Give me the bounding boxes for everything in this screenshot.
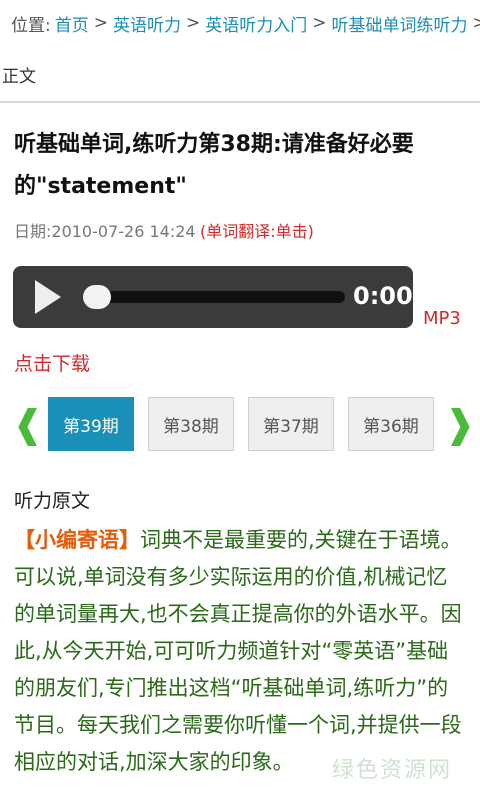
article-title: 听基础单词,练听力第38期:请准备好必要的"statement" xyxy=(14,132,414,199)
breadcrumb-separator: > xyxy=(185,13,201,33)
next-arrow-icon[interactable]: ❱ xyxy=(444,405,476,443)
tab-episode-36[interactable]: 第36期 xyxy=(348,397,434,451)
tab-episode-37[interactable]: 第37期 xyxy=(248,397,334,451)
breadcrumb-current: 正文 xyxy=(2,67,36,87)
breadcrumb-home[interactable]: 首页 xyxy=(55,11,89,36)
download-link[interactable]: 点击下载 xyxy=(14,349,90,376)
section-heading: 听力原文 xyxy=(14,490,91,512)
breadcrumb-separator: > xyxy=(472,13,480,33)
breadcrumb-basic-words[interactable]: 听基础单词练听力 xyxy=(331,11,467,36)
breadcrumb-separator: > xyxy=(93,13,108,33)
breadcrumb-listening-intro[interactable]: 英语听力入门 xyxy=(205,11,307,36)
breadcrumb-prefix: 位置: xyxy=(11,15,51,36)
progress-track[interactable] xyxy=(85,291,345,303)
editor-note-label: 【小编寄语】 xyxy=(14,528,140,552)
prev-arrow-icon[interactable]: ❰ xyxy=(12,405,44,443)
progress-knob[interactable] xyxy=(83,285,111,309)
translate-hint[interactable]: (单词翻译:单击) xyxy=(200,218,314,242)
audio-player: 0:00 xyxy=(13,266,413,328)
breadcrumb: 位置: 首页 > 英语听力 > 英语听力入门 > 听基础单词练听力 > xyxy=(0,0,480,46)
watermark: 绿色资源网 xyxy=(332,758,453,783)
breadcrumb-english-listening[interactable]: 英语听力 xyxy=(113,11,181,36)
tab-episode-39[interactable]: 第39期 xyxy=(48,397,134,451)
playback-time: 0:00 xyxy=(353,282,413,310)
article-body-text: 词典不是最重要的,关键在于语境。可以说,单词没有多少实际运用的价值,机械记忆的单… xyxy=(14,528,462,774)
play-icon[interactable] xyxy=(35,280,61,314)
article-date: 日期:2010-07-26 14:24 xyxy=(14,222,196,241)
article-body: 【小编寄语】词典不是最重要的,关键在于语境。可以说,单词没有多少实际运用的价值,… xyxy=(14,522,468,781)
tab-episode-38[interactable]: 第38期 xyxy=(148,397,234,451)
divider xyxy=(0,101,480,103)
breadcrumb-separator: > xyxy=(312,13,327,33)
mp3-link[interactable]: MP3 xyxy=(423,308,461,329)
